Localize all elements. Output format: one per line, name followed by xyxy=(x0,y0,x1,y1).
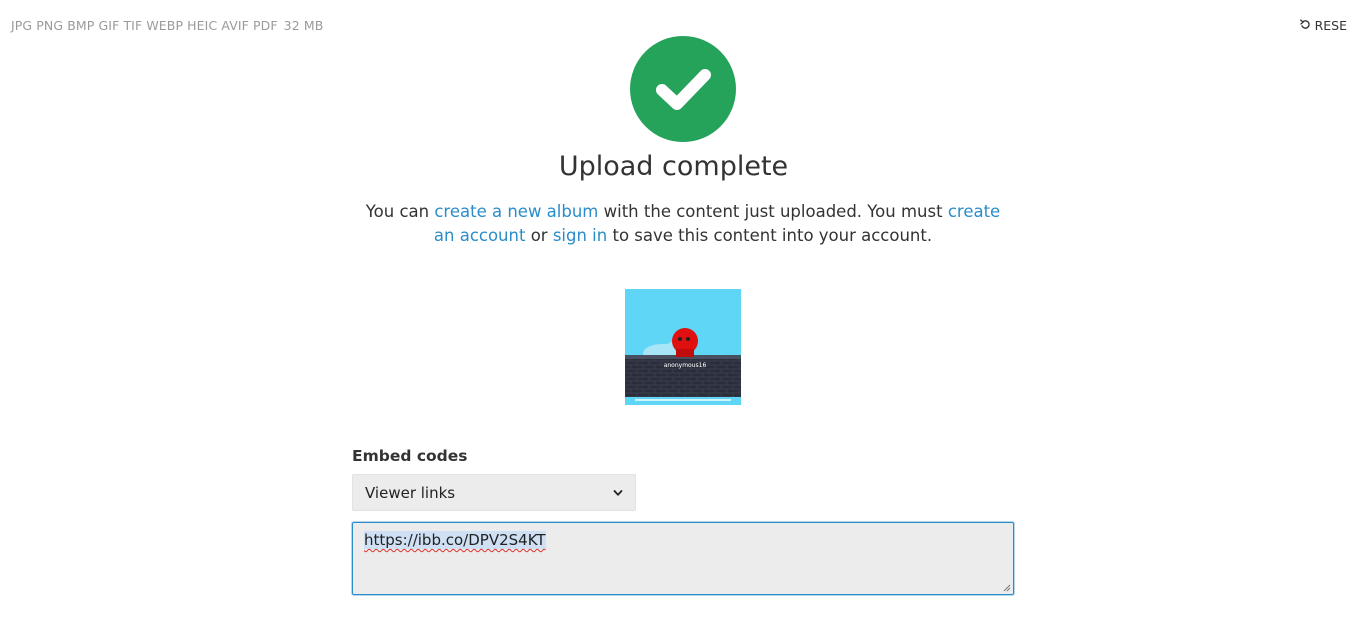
sign-in-link[interactable]: sign in xyxy=(553,226,607,245)
check-circle-icon xyxy=(630,36,736,142)
message-text: or xyxy=(525,225,553,245)
max-size-text: 32 MB xyxy=(283,18,324,33)
uploaded-image-thumbnail[interactable]: anonymous16 xyxy=(625,289,741,405)
embed-type-selected: Viewer links xyxy=(365,483,456,502)
reset-button[interactable]: RESE xyxy=(1299,18,1347,33)
message-text: with the content just uploaded. You must xyxy=(598,202,948,221)
message-text: to save this content into your account. xyxy=(607,225,933,245)
upload-complete-title: Upload complete xyxy=(558,151,789,182)
embed-code-value: https://ibb.co/DPV2S4KT xyxy=(364,531,546,549)
player-name-caption: anonymous16 xyxy=(664,362,707,369)
message-text: You can xyxy=(365,202,435,221)
create-album-link[interactable]: create a new album xyxy=(434,202,598,221)
upload-message: You can create a new album with the cont… xyxy=(360,200,1006,247)
formats-list: JPG PNG BMP GIF TIF WEBP HEIC AVIF PDF xyxy=(11,18,278,33)
reset-label: RESE xyxy=(1314,18,1347,33)
embed-codes-label: Embed codes xyxy=(352,447,468,465)
allowed-formats-info: JPG PNG BMP GIF TIF WEBP HEIC AVIF PDF 32… xyxy=(11,18,323,33)
embed-code-textarea[interactable]: https://ibb.co/DPV2S4KT xyxy=(352,522,1014,595)
embed-type-select[interactable]: Viewer links xyxy=(352,474,636,511)
undo-icon xyxy=(1299,18,1311,33)
chevron-down-icon xyxy=(613,484,623,502)
